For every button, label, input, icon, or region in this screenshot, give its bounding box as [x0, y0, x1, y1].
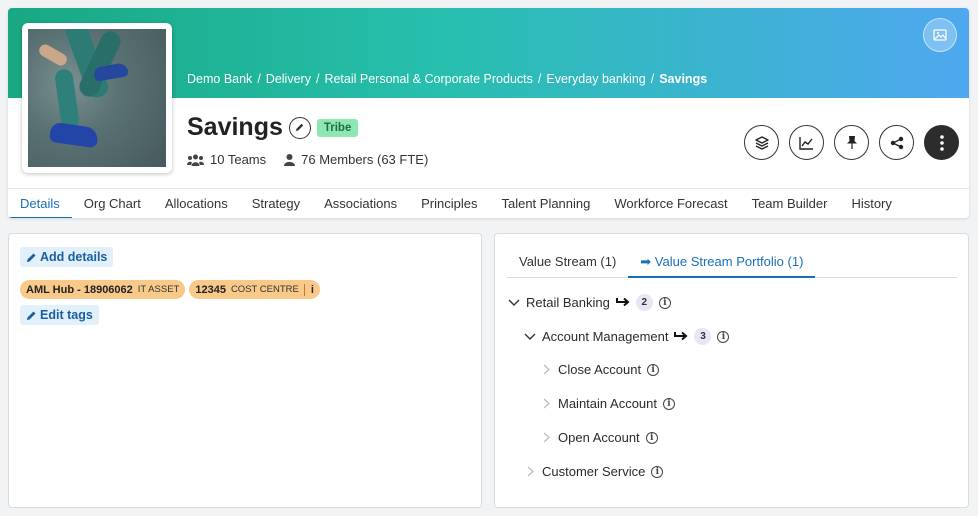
image-icon [933, 29, 947, 41]
add-details-button[interactable]: Add details [20, 247, 114, 267]
chevron-right-icon[interactable] [540, 398, 552, 409]
tab-workforce-forecast[interactable]: Workforce Forecast [602, 189, 739, 218]
tab-history[interactable]: History [839, 189, 903, 218]
tree-node-label: Maintain Account [558, 396, 658, 411]
value-stream-tabs: Value Stream (1) ➡ Value Stream Portfoli… [507, 247, 957, 278]
more-icon [939, 134, 944, 151]
share-icon [890, 136, 903, 149]
child-count-badge: 2 [635, 294, 653, 311]
action-buttons [744, 125, 959, 160]
add-details-label: Add details [40, 250, 108, 264]
tree-node-label: Retail Banking [526, 295, 610, 310]
page-title: Savings [187, 113, 283, 141]
arrow-icon [674, 331, 688, 341]
tab-org-chart[interactable]: Org Chart [72, 189, 153, 218]
members-count[interactable]: 76 Members (63 FTE) [301, 152, 428, 167]
breadcrumb-item[interactable]: Demo Bank [187, 72, 252, 86]
tree-node[interactable]: Close Account i [540, 362, 660, 377]
edit-tags-label: Edit tags [40, 308, 93, 322]
info-icon[interactable]: i [658, 296, 671, 309]
tab-allocations[interactable]: Allocations [153, 189, 240, 218]
stats: 10 Teams 76 Members (63 FTE) [187, 152, 428, 167]
breadcrumb-current: Savings [659, 72, 708, 86]
teams-icon [187, 154, 204, 166]
layers-button[interactable] [744, 125, 779, 160]
tab-strategy[interactable]: Strategy [240, 189, 312, 218]
info-icon[interactable]: i [651, 465, 664, 478]
edit-title-button[interactable] [288, 116, 311, 139]
arrow-icon [615, 297, 630, 307]
chevron-down-icon[interactable] [508, 299, 520, 307]
tab-talent-planning[interactable]: Talent Planning [489, 189, 602, 218]
tab-bar: Details Org Chart Allocations Strategy A… [8, 188, 969, 218]
breadcrumb-item[interactable]: Everyday banking [546, 72, 645, 86]
chevron-right-icon[interactable] [524, 466, 536, 477]
tree-node[interactable]: Retail Banking 2 i [508, 294, 671, 311]
tag-value: 12345 [195, 283, 226, 296]
change-banner-button[interactable] [923, 18, 957, 52]
header-card: Demo Bank / Delivery / Retail Personal & Cor… [8, 8, 969, 218]
tree-node-label: Close Account [558, 362, 642, 377]
teams-count[interactable]: 10 Teams [210, 152, 266, 167]
tree-node-label: Account Management [542, 329, 669, 344]
child-count-badge: 3 [694, 328, 712, 345]
tree-node[interactable]: Maintain Account i [540, 396, 676, 411]
avatar-photo [28, 29, 166, 167]
info-icon[interactable]: i [645, 431, 658, 444]
breadcrumb: Demo Bank / Delivery / Retail Personal & Cor… [187, 72, 708, 86]
tree-node[interactable]: Account Management 3 i [524, 328, 730, 345]
chart-icon [799, 136, 813, 150]
chevron-right-icon[interactable] [540, 364, 552, 375]
pencil-icon [27, 311, 36, 320]
pin-icon [846, 136, 857, 149]
tree-node[interactable]: Customer Service i [524, 464, 664, 479]
tree-node-label: Open Account [558, 430, 640, 445]
avatar[interactable] [22, 23, 172, 173]
tag-kind: IT ASSET [137, 284, 180, 295]
pin-button[interactable] [834, 125, 869, 160]
chevron-right-icon[interactable] [540, 432, 552, 443]
type-badge: Tribe [316, 118, 359, 137]
tag-kind: COST CENTRE [230, 284, 299, 295]
pencil-icon [296, 123, 304, 131]
tag-chip[interactable]: AML Hub - 18906062 IT ASSET [20, 280, 186, 299]
pencil-icon [27, 253, 36, 262]
tag-list: AML Hub - 18906062 IT ASSET 12345 COST C… [20, 280, 320, 299]
breadcrumb-item[interactable]: Retail Personal & Corporate Products [324, 72, 532, 86]
value-stream-panel: Value Stream (1) ➡ Value Stream Portfoli… [494, 233, 969, 508]
layers-icon [754, 135, 769, 150]
chart-button[interactable] [789, 125, 824, 160]
tag-chip[interactable]: 12345 COST CENTRE i [189, 280, 320, 299]
tag-value: AML Hub - 18906062 [26, 283, 133, 296]
breadcrumb-item[interactable]: Delivery [266, 72, 311, 86]
share-button[interactable] [879, 125, 914, 160]
tab-value-stream[interactable]: Value Stream (1) [507, 247, 628, 278]
info-icon[interactable]: i [647, 363, 660, 376]
edit-tags-button[interactable]: Edit tags [20, 305, 99, 325]
tab-associations[interactable]: Associations [312, 189, 409, 218]
person-icon [284, 153, 296, 166]
tab-principles[interactable]: Principles [409, 189, 489, 218]
tab-team-builder[interactable]: Team Builder [740, 189, 840, 218]
tree-node[interactable]: Open Account i [540, 430, 658, 445]
tag-info-icon[interactable]: i [303, 283, 314, 296]
tab-details[interactable]: Details [8, 189, 72, 218]
more-button[interactable] [924, 125, 959, 160]
info-icon[interactable]: i [663, 397, 676, 410]
details-panel: Add details AML Hub - 18906062 IT ASSET … [8, 233, 482, 508]
tab-value-stream-portfolio[interactable]: ➡ Value Stream Portfolio (1) [628, 247, 816, 278]
chevron-down-icon[interactable] [524, 333, 536, 341]
info-icon[interactable]: i [717, 330, 730, 343]
title-row: Savings Tribe [187, 113, 359, 142]
tree-node-label: Customer Service [542, 464, 646, 479]
